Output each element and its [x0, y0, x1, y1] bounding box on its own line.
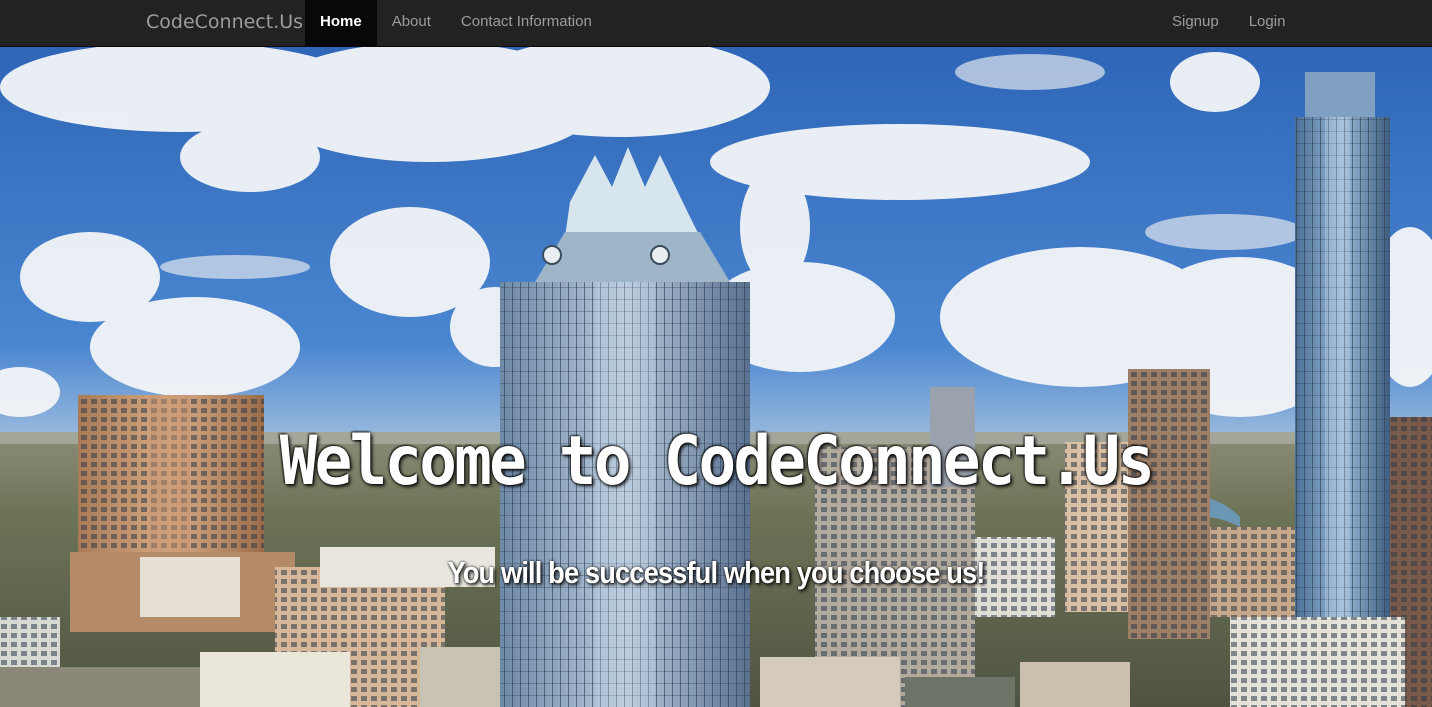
nav-link-login[interactable]: Login — [1234, 0, 1301, 47]
top-navbar: CodeConnect.Us Home About Contact Inform… — [0, 0, 1432, 47]
nav-right-group: Signup Login — [1157, 0, 1300, 47]
nav-left-group: Home About Contact Information — [305, 0, 607, 47]
city-skyline-background-image — [0, 47, 1432, 707]
brand-logo-link[interactable]: CodeConnect.Us — [146, 0, 303, 47]
hero-subheadline: You will be successful when you choose u… — [447, 555, 985, 590]
nav-link-home[interactable]: Home — [305, 0, 377, 47]
hero-section: Welcome to CodeConnect.Us You will be su… — [0, 47, 1432, 707]
nav-link-contact-information[interactable]: Contact Information — [446, 0, 607, 47]
hero-headline: Welcome to CodeConnect.Us — [279, 422, 1155, 501]
nav-link-about[interactable]: About — [377, 0, 446, 47]
nav-link-signup[interactable]: Signup — [1157, 0, 1234, 47]
